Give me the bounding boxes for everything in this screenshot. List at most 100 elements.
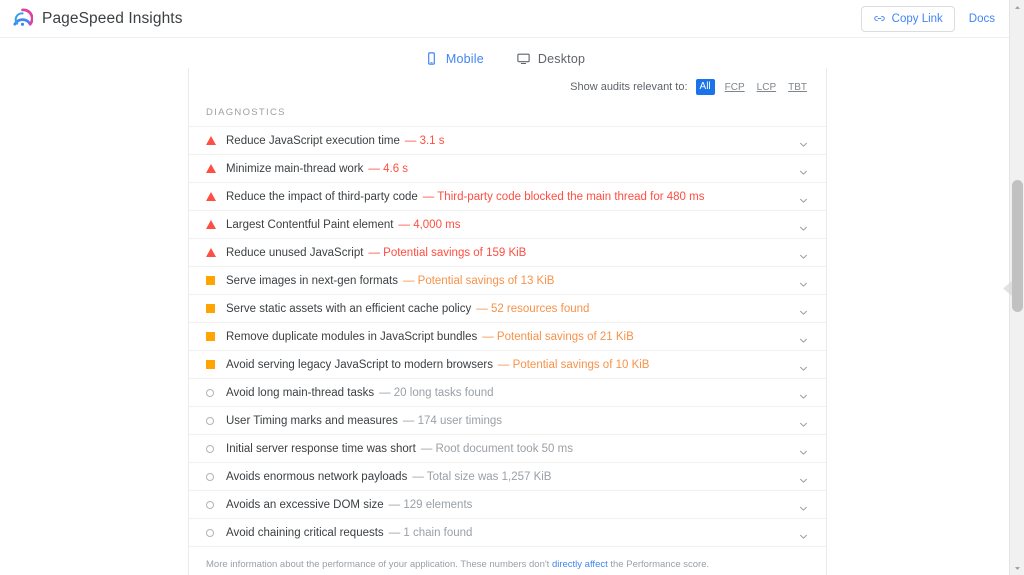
chevron-down-icon (799, 276, 808, 287)
audit-value: — Third-party code blocked the main thre… (422, 190, 705, 203)
audit-row[interactable]: Reduce JavaScript execution time — 3.1 s (189, 127, 826, 155)
copy-link-button[interactable]: Copy Link (860, 5, 955, 32)
audit-row[interactable]: Reduce unused JavaScript — Potential savi… (189, 239, 826, 267)
audit-text: Largest Contentful Paint element — 4,000 … (226, 219, 792, 231)
audit-text: Reduce unused JavaScript — Potential savi… (226, 247, 792, 259)
audit-status-icon-slot (206, 444, 226, 453)
audit-status-icon-slot (206, 276, 226, 285)
audit-row[interactable]: Serve images in next-gen formats — Potent… (189, 267, 826, 295)
audit-row[interactable]: User Timing marks and measures — 174 user… (189, 407, 826, 435)
audit-row[interactable]: Initial server response time was short — … (189, 435, 826, 463)
scrollbar-down-arrow-icon[interactable] (1010, 561, 1024, 575)
filter-option-tbt[interactable]: TBT (786, 81, 809, 94)
expand-audit-button[interactable] (792, 388, 814, 399)
audit-status-icon-slot (206, 192, 226, 201)
audit-row[interactable]: Avoids enormous network payloads — Total … (189, 463, 826, 491)
directly-affect-link[interactable]: directly affect (552, 559, 608, 570)
chevron-down-icon (799, 444, 808, 455)
audit-status-icon-slot (206, 332, 226, 341)
audit-text: Serve images in next-gen formats — Potent… (226, 275, 792, 287)
filter-option-fcp[interactable]: FCP (723, 81, 747, 94)
audit-row[interactable]: Remove duplicate modules in JavaScript b… (189, 323, 826, 351)
expand-audit-button[interactable] (792, 220, 814, 231)
audit-value: — Potential savings of 10 KiB (497, 358, 650, 371)
audit-value: — Potential savings of 21 KiB (482, 330, 634, 343)
expand-audit-button[interactable] (792, 360, 814, 371)
docs-link[interactable]: Docs (969, 13, 995, 25)
expand-audit-button[interactable] (792, 136, 814, 147)
audit-text: User Timing marks and measures — 174 user… (226, 415, 792, 427)
expand-audit-button[interactable] (792, 444, 814, 455)
audit-title: Reduce JavaScript execution time (226, 134, 400, 147)
audit-value: — 20 long tasks found (379, 386, 494, 399)
mobile-phone-icon (424, 51, 439, 66)
audit-status-icon-slot (206, 248, 226, 257)
expand-audit-button[interactable] (792, 500, 814, 511)
expand-audit-button[interactable] (792, 416, 814, 427)
expand-audit-button[interactable] (792, 332, 814, 343)
audit-row[interactable]: Avoid long main-thread tasks — 20 long ta… (189, 379, 826, 407)
expand-audit-button[interactable] (792, 528, 814, 539)
chevron-down-icon (799, 304, 808, 315)
audit-text: Remove duplicate modules in JavaScript b… (226, 331, 792, 343)
expand-audit-button[interactable] (792, 304, 814, 315)
copy-link-label: Copy Link (891, 12, 943, 25)
audit-status-icon-slot (206, 472, 226, 481)
audit-row[interactable]: Minimize main-thread work — 4.6 s (189, 155, 826, 183)
audit-text: Reduce JavaScript execution time — 3.1 s (226, 135, 792, 147)
mouse-cursor (1003, 281, 1012, 296)
audit-fail-triangle-icon (206, 220, 216, 229)
pagespeed-gauge-icon (12, 8, 34, 29)
audit-text: Avoid long main-thread tasks — 20 long ta… (226, 387, 792, 399)
chevron-down-icon (799, 416, 808, 427)
audit-status-icon-slot (206, 500, 226, 509)
audit-title: User Timing marks and measures (226, 414, 398, 427)
brand[interactable]: PageSpeed Insights (12, 8, 183, 29)
audit-list: Reduce JavaScript execution time — 3.1 s M… (189, 126, 826, 547)
expand-audit-button[interactable] (792, 192, 814, 203)
filter-option-all[interactable]: All (695, 79, 715, 95)
audit-title: Reduce the impact of third-party code (226, 190, 418, 203)
audit-status-icon-slot (206, 528, 226, 537)
audit-value: — Total size was 1,257 KiB (412, 470, 552, 483)
audit-row[interactable]: Reduce the impact of third-party code — T… (189, 183, 826, 211)
desktop-monitor-icon (516, 51, 531, 66)
audit-filter-row: Show audits relevant to: All FCP LCP TBT (189, 74, 826, 100)
audit-status-icon-slot (206, 304, 226, 313)
audit-row[interactable]: Serve static assets with an efficient ca… (189, 295, 826, 323)
audit-title: Reduce unused JavaScript (226, 246, 364, 259)
audit-title: Remove duplicate modules in JavaScript b… (226, 330, 478, 343)
expand-audit-button[interactable] (792, 276, 814, 287)
chevron-down-icon (799, 136, 808, 147)
expand-audit-button[interactable] (792, 164, 814, 175)
chevron-down-icon (799, 192, 808, 203)
chevron-down-icon (799, 360, 808, 371)
audit-row[interactable]: Avoid chaining critical requests — 1 chai… (189, 519, 826, 547)
chevron-down-icon (799, 528, 808, 539)
chevron-down-icon (799, 332, 808, 343)
scrollbar-thumb[interactable] (1012, 180, 1023, 312)
expand-audit-button[interactable] (792, 248, 814, 259)
audit-title: Largest Contentful Paint element (226, 218, 394, 231)
tab-desktop-label: Desktop (537, 51, 586, 66)
footer-text-after: the Performance score. (607, 559, 710, 570)
audit-title: Avoid serving legacy JavaScript to moder… (226, 358, 493, 371)
audit-title: Avoid chaining critical requests (226, 526, 384, 539)
audit-average-square-icon (206, 304, 215, 313)
scrollbar-up-arrow-icon[interactable] (1010, 0, 1024, 14)
audit-status-icon-slot (206, 388, 226, 397)
audit-row[interactable]: Avoids an excessive DOM size — 129 elemen… (189, 491, 826, 519)
audit-row[interactable]: Largest Contentful Paint element — 4,000 … (189, 211, 826, 239)
expand-audit-button[interactable] (792, 472, 814, 483)
device-tabs: Mobile Desktop (0, 38, 1009, 72)
tab-mobile-label: Mobile (445, 51, 484, 66)
chevron-down-icon (799, 248, 808, 259)
audit-text: Initial server response time was short — … (226, 443, 792, 455)
audit-text: Reduce the impact of third-party code — T… (226, 191, 792, 203)
footer-text-before: More information about the performance o… (206, 559, 552, 570)
audit-row[interactable]: Avoid serving legacy JavaScript to moder… (189, 351, 826, 379)
filter-option-lcp[interactable]: LCP (755, 81, 778, 94)
chevron-down-icon (799, 164, 808, 175)
app-header: PageSpeed Insights Copy Link Docs (0, 0, 1009, 38)
audit-average-square-icon (206, 332, 215, 341)
